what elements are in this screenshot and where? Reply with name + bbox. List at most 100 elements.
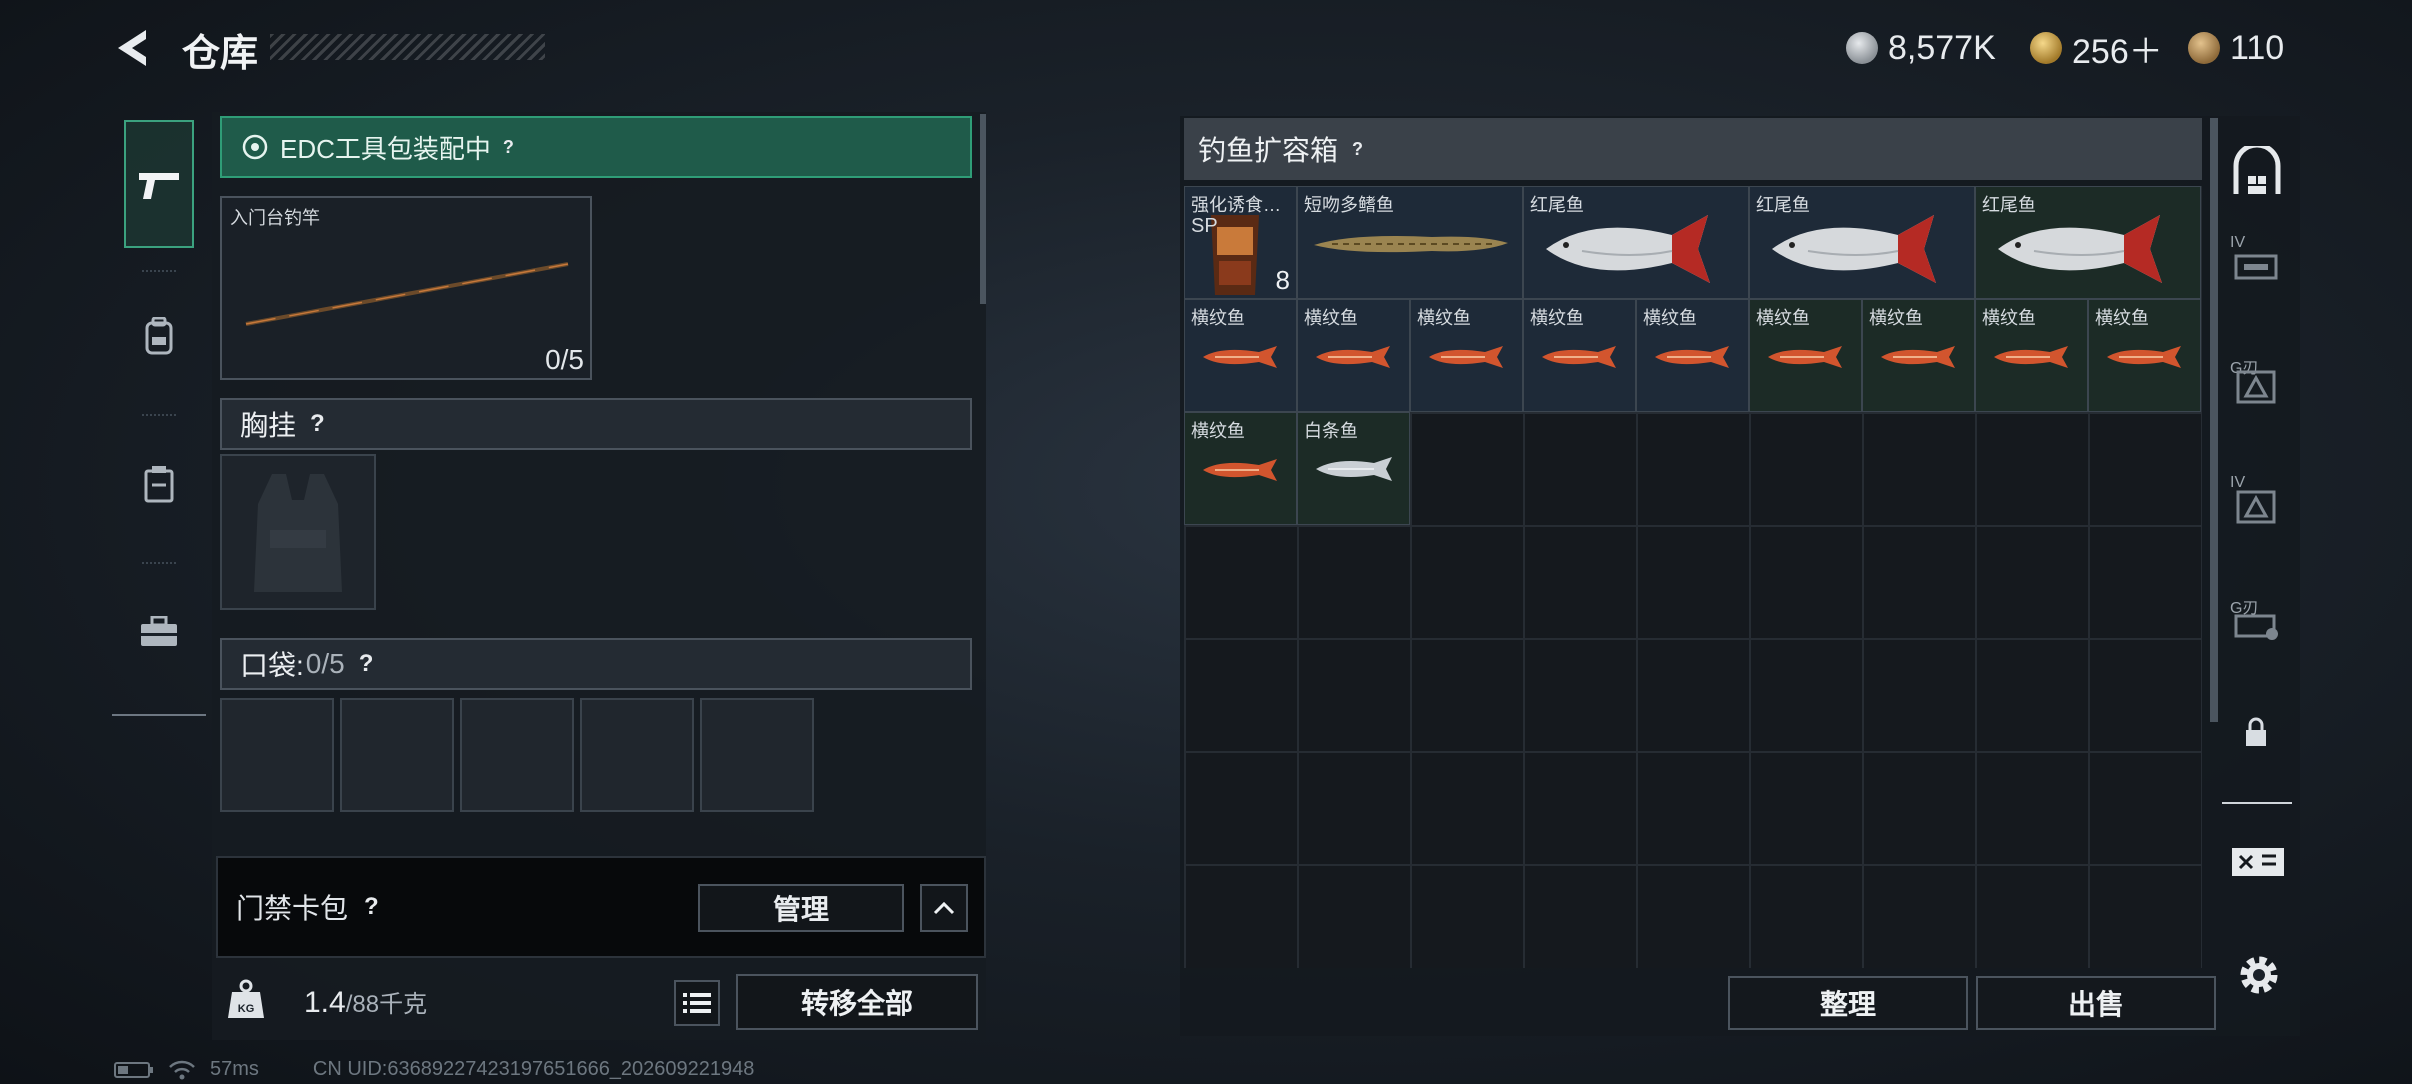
help-icon[interactable]: ? [310,410,325,438]
storage-item[interactable]: 横纹鱼 [1749,299,1862,412]
bronze-currency: 110 [2188,26,2284,70]
help-icon[interactable]: ? [503,137,514,158]
help-icon[interactable]: ? [1352,139,1363,160]
wifi-icon [169,1060,195,1079]
silver-coin-icon [1846,32,1878,64]
storage-item[interactable]: 横纹鱼 [1523,299,1636,412]
lock-icon [2246,717,2266,746]
loadout-scrollbar[interactable] [980,114,986,304]
item-name: 横纹鱼 [1417,308,1471,328]
help-icon[interactable]: ? [364,893,379,921]
transfer-all-button[interactable]: 转移全部 [736,974,978,1030]
sort-button[interactable]: 整理 [1728,976,1968,1030]
storage-side-column: IV G刃 IV G刃 [2222,118,2292,804]
storage-grid[interactable]: 强化诱食… SP 8 短吻多鳍鱼 红尾鱼 红尾鱼 红尾鱼 横纹鱼 横纹鱼 横纹鱼 横纹鱼 横纹鱼 横纹鱼… [1184,186,2202,968]
chevron-up-icon [933,901,955,915]
redtail-fish-icon [1772,215,1936,283]
tier-iv-case-slot[interactable]: IV [2230,234,2284,288]
storage-scrollbar[interactable] [2210,118,2218,722]
silver-currency-value: 8,577K [1888,28,1996,67]
pocket-slot-5[interactable] [700,698,814,812]
bronze-currency-value: 110 [2230,28,2285,67]
storage-item[interactable]: 红尾鱼 [1975,186,2201,299]
item-name: 横纹鱼 [1756,308,1810,328]
tier-g-box-slot[interactable]: G刃 [2230,594,2284,648]
fishing-rod-slot[interactable]: 入门台钓竿 0/5 [220,196,592,380]
item-name: 横纹鱼 [1191,308,1245,328]
fishing-box-tab-icon[interactable] [2230,842,2288,882]
toolbox-icon [141,616,177,646]
item-name: 短吻多鳍鱼 [1304,195,1394,215]
tier-iv-triangle-slot[interactable]: IV [2230,474,2284,528]
gold-currency[interactable]: 256＋ [2030,26,2163,71]
warehouse-icon[interactable] [2230,146,2284,200]
striped-fish-icon [1994,346,2068,368]
edc-status-bar[interactable]: EDC工具包装配中 ? [220,116,972,178]
storage-item[interactable]: 强化诱食… SP 8 [1184,186,1297,299]
gear-spin-icon [242,134,268,160]
list-view-button[interactable] [674,980,720,1026]
tab-weapon[interactable] [124,120,194,248]
pocket-count: 0/5 [305,648,345,679]
storage-item[interactable]: 横纹鱼 [1184,299,1297,412]
fishing-rod-image [245,262,569,326]
item-name: 横纹鱼 [2095,308,2149,328]
gold-triangle-coin-icon [2030,32,2062,64]
storage-item[interactable]: 横纹鱼 [2088,299,2201,412]
item-tag: SP [1191,215,1218,237]
storage-item[interactable]: 红尾鱼 [1523,186,1749,299]
list-icon [683,993,711,1013]
pocket-slot-3[interactable] [460,698,574,812]
redtail-fish-icon [1998,215,2162,283]
svg-text:KG: KG [238,1003,255,1015]
chest-rig-slot[interactable] [220,454,376,610]
storage-item[interactable]: 短吻多鳍鱼 [1297,186,1523,299]
item-name: 横纹鱼 [1869,308,1923,328]
tier-g-case-slot[interactable]: G刃 [2230,354,2284,408]
edc-status-text: EDC工具包装配中 [280,133,491,164]
striped-fish-icon [1655,346,1729,368]
pocket-slot-1[interactable] [220,698,334,812]
triangle-case-icon [2236,490,2276,524]
case-icon [144,466,174,503]
item-name: 横纹鱼 [1982,308,2036,328]
rod-attachment-count: 0/5 [545,344,584,375]
striped-fish-icon [2107,346,2181,368]
item-name: 横纹鱼 [1304,308,1358,328]
battery-icon [114,1061,153,1078]
access-card-pack-label: 门禁卡包 [236,893,349,924]
storage-item[interactable]: 横纹鱼 [1975,299,2088,412]
pocket-slot-2[interactable] [340,698,454,812]
page-title: 仓库 [182,33,259,75]
backpack-icon [145,317,173,355]
chest-rig-title: 胸挂 [240,410,297,441]
tab-case[interactable] [124,420,194,548]
striped-fish-icon [1316,346,1390,368]
access-card-pack-header: 门禁卡包 ? [236,887,379,927]
vest-silhouette-icon [254,474,342,592]
storage-item[interactable]: 白条鱼 [1297,412,1410,525]
storage-item[interactable]: 红尾鱼 [1749,186,1975,299]
tab-backpack[interactable] [124,272,194,400]
sell-button[interactable]: 出售 [1976,976,2216,1030]
tab-toolbox[interactable] [124,568,194,696]
help-icon[interactable]: ? [359,650,374,678]
manage-button[interactable]: 管理 [698,884,904,932]
pocket-slot-4[interactable] [580,698,694,812]
settings-gear-icon[interactable] [2236,952,2282,998]
pocket-header: 口袋: 0/5 ? [220,638,972,690]
storage-item[interactable]: 横纹鱼 [1862,299,1975,412]
storage-item[interactable]: 横纹鱼 [1297,299,1410,412]
collapse-button[interactable] [920,884,968,932]
striped-fish-icon [1542,346,1616,368]
storage-item[interactable]: 横纹鱼 [1410,299,1523,412]
back-arrow-icon[interactable] [112,26,156,70]
storage-item[interactable]: 横纹鱼 [1636,299,1749,412]
storage-box-title: 钓鱼扩容箱 [1198,135,1339,166]
item-name: 红尾鱼 [1982,195,2036,215]
ping-value: 57ms [210,1058,259,1080]
rod-label: 入门台钓竿 [230,208,320,228]
case-outline-icon [2234,254,2278,280]
pistol-icon [139,173,179,199]
storage-item[interactable]: 横纹鱼 [1184,412,1297,525]
